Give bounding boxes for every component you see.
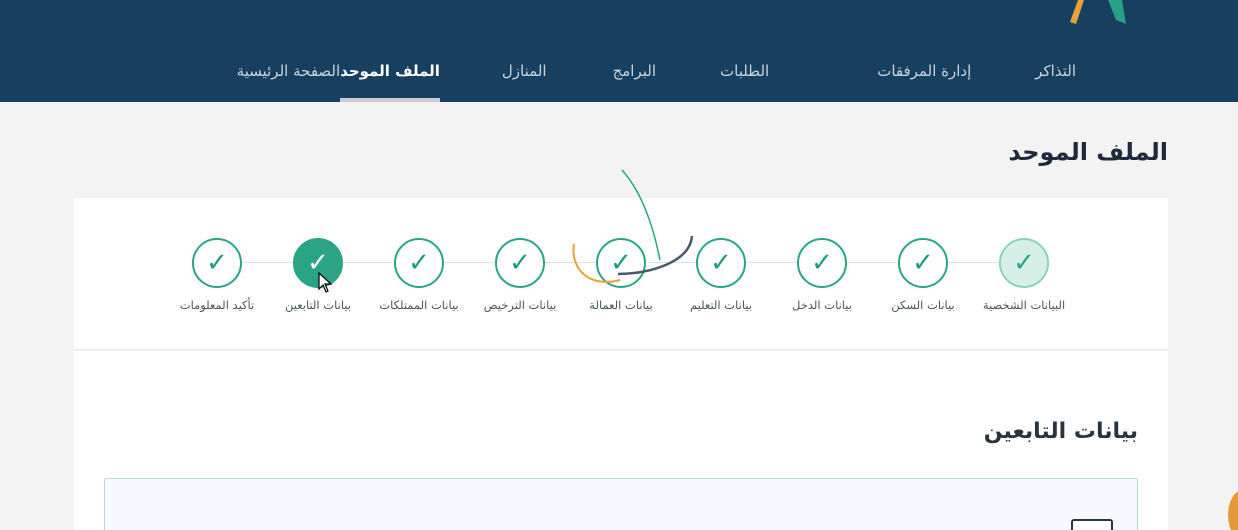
- nav-attachments[interactable]: إدارة المرفقات: [877, 56, 971, 102]
- content-card: بيانات التابعين: [74, 351, 1168, 530]
- top-header: الصفحة الرئيسية الملف الموحد المنازل الب…: [0, 0, 1238, 102]
- step-label: بيانات الدخل: [792, 298, 852, 312]
- logo-icon[interactable]: [1064, 0, 1128, 26]
- info-box: [104, 478, 1138, 530]
- step-label: بيانات الترخيص: [483, 298, 557, 312]
- check-icon: ✓: [999, 238, 1049, 288]
- nav-requests[interactable]: الطلبات: [720, 56, 769, 102]
- check-icon: ✓: [596, 238, 646, 288]
- step-label: البيانات الشخصية: [982, 298, 1066, 312]
- step-housing-data[interactable]: ✓ بيانات السكن: [873, 238, 973, 312]
- step-label: بيانات العمالة: [589, 298, 653, 312]
- check-icon: ✓: [192, 238, 242, 288]
- step-income-data[interactable]: ✓ بيانات الدخل: [772, 238, 872, 312]
- step-label: بيانات التعليم: [689, 298, 752, 312]
- step-label: بيانات السكن: [891, 298, 955, 312]
- step-education-data[interactable]: ✓ بيانات التعليم: [671, 238, 771, 312]
- section-title: بيانات التابعين: [983, 419, 1138, 444]
- step-label: بيانات الممتلكات: [379, 298, 459, 312]
- check-icon: ✓: [898, 238, 948, 288]
- nav-tickets[interactable]: التذاكر: [1035, 56, 1076, 102]
- nav-home[interactable]: الصفحة الرئيسية: [237, 56, 341, 102]
- steps-progress: ✓ البيانات الشخصية ✓ بيانات السكن ✓ بيان…: [74, 198, 1168, 350]
- page-title: الملف الموحد: [1008, 138, 1168, 166]
- check-icon: ✓: [495, 238, 545, 288]
- mouse-cursor-icon: [318, 272, 333, 293]
- step-confirm-info[interactable]: ✓ تأكيد المعلومات: [167, 238, 267, 312]
- step-personal-data[interactable]: ✓ البيانات الشخصية: [974, 238, 1074, 312]
- info-checkbox[interactable]: [1071, 519, 1113, 530]
- step-property-data[interactable]: ✓ بيانات الممتلكات: [369, 238, 469, 312]
- main-nav: الصفحة الرئيسية الملف الموحد المنازل الب…: [237, 56, 1138, 102]
- check-icon: ✓: [394, 238, 444, 288]
- nav-homes[interactable]: المنازل: [502, 56, 547, 102]
- nav-unified-profile[interactable]: الملف الموحد: [340, 56, 440, 102]
- side-widget-icon[interactable]: [1228, 490, 1238, 530]
- check-icon: ✓: [797, 238, 847, 288]
- step-license-data[interactable]: ✓ بيانات الترخيص: [470, 238, 570, 312]
- step-label: بيانات التابعين: [284, 298, 351, 312]
- step-labor-data[interactable]: ✓ بيانات العمالة: [571, 238, 671, 312]
- step-label: تأكيد المعلومات: [179, 298, 255, 312]
- nav-programs[interactable]: البرامج: [613, 56, 656, 102]
- check-icon: ✓: [696, 238, 746, 288]
